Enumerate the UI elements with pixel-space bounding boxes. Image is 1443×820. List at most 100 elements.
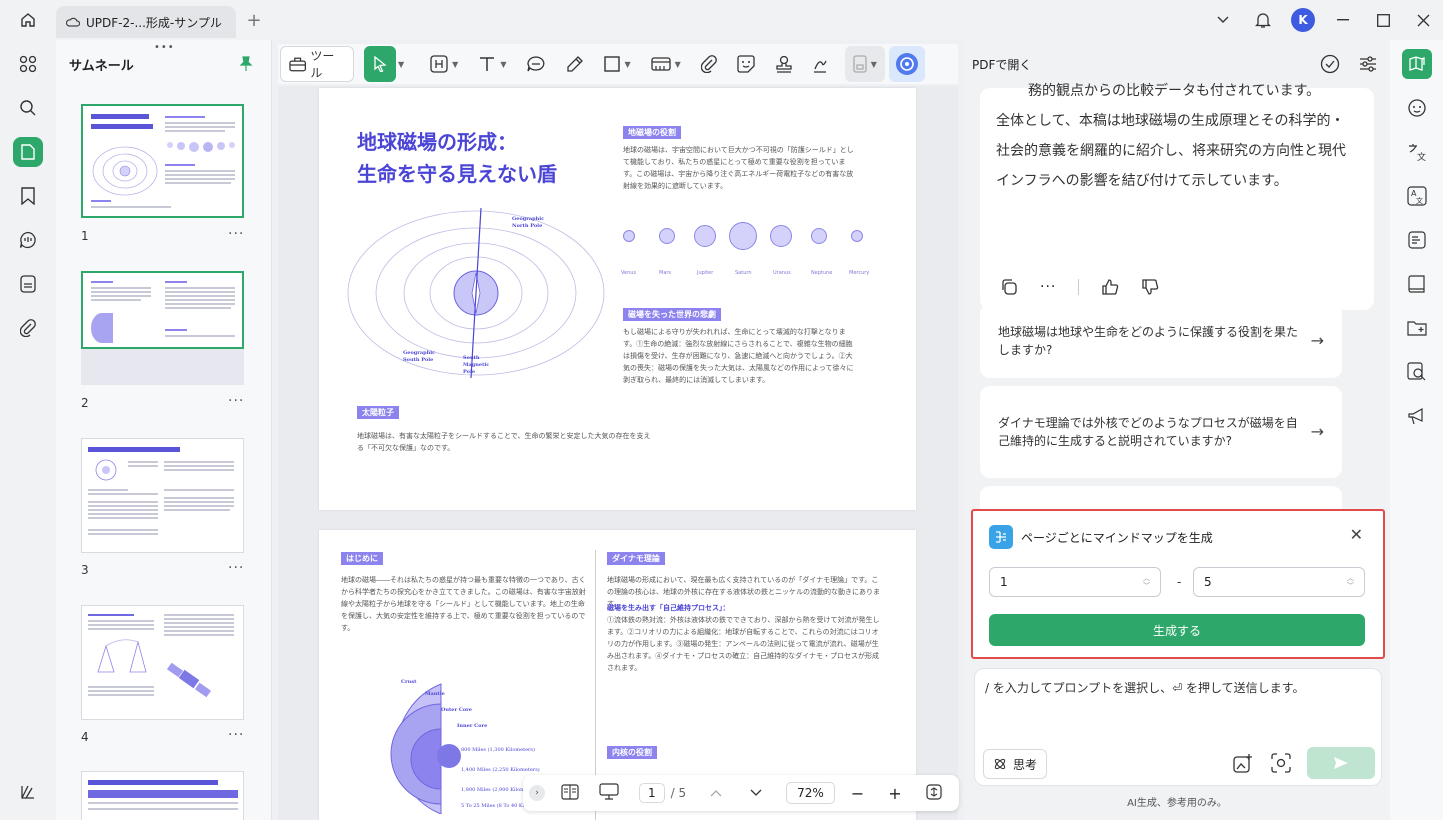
signature-tool-button[interactable] <box>805 46 835 82</box>
sticker-tool-button[interactable] <box>729 46 763 82</box>
prompt-input[interactable]: / を入力してプロンプトを選択し、⏎ を押して送信します。 <box>985 679 1304 696</box>
attach-tool-button[interactable] <box>693 46 725 82</box>
thumbnail-page-5[interactable] <box>81 771 244 820</box>
mindmap-tool-icon[interactable] <box>1390 42 1443 86</box>
home-button[interactable] <box>0 0 56 40</box>
translate-document-icon[interactable]: A文 <box>1390 174 1443 218</box>
close-window-button[interactable] <box>1403 0 1443 40</box>
thumbnail-page-4[interactable] <box>81 605 244 720</box>
thumbs-down-icon[interactable] <box>1141 278 1159 296</box>
thumbnail-more-button[interactable]: ··· <box>228 560 244 576</box>
avatar-button[interactable]: K <box>1283 0 1323 40</box>
collapse-bar-icon[interactable]: › <box>529 785 545 801</box>
dynamo-detail-text: ①流体鉄の熱対流：外核は液体状の鉄でできており、深部から熱を受けて対流が発生しま… <box>607 616 880 672</box>
thumbnail-page-1[interactable] <box>81 104 244 218</box>
tools-button[interactable]: ツール <box>280 46 354 82</box>
page-navigation-bar: › 1 / 5 72% − + <box>523 775 959 811</box>
comments-icon[interactable] <box>0 218 56 262</box>
thumbnail-more-button[interactable]: ··· <box>228 226 244 242</box>
screenshot-icon[interactable] <box>1271 753 1291 773</box>
thumbnail-page-3[interactable] <box>81 438 244 553</box>
pin-icon[interactable] <box>239 56 253 72</box>
planet-label: Saturn <box>735 270 752 276</box>
minimize-button[interactable] <box>1323 0 1363 40</box>
highlight-tool-button[interactable] <box>558 46 592 82</box>
fit-page-icon[interactable] <box>926 783 942 803</box>
attachment-icon[interactable] <box>0 306 56 350</box>
history-icon[interactable] <box>1320 54 1340 74</box>
text-tool-button[interactable]: ▼ <box>470 46 514 82</box>
drag-handle[interactable]: ••• <box>154 42 175 53</box>
zoom-in-icon[interactable]: + <box>888 784 901 803</box>
image-upload-icon[interactable] <box>1233 753 1253 773</box>
copy-icon[interactable] <box>1000 278 1018 296</box>
stepper-icon[interactable]: ︿ ﹀ <box>1143 574 1150 590</box>
chat-ai-icon[interactable] <box>1390 86 1443 130</box>
heading-tool-button[interactable]: ▼ <box>422 46 466 82</box>
send-icon <box>1334 757 1348 769</box>
measure-tool-button[interactable]: ▼ <box>643 46 689 82</box>
title-bar: UPDF-2-...形成-サンプル + K <box>0 0 1443 40</box>
presentation-icon[interactable] <box>599 782 619 804</box>
zoom-level[interactable]: 72% <box>786 782 835 804</box>
megaphone-icon[interactable] <box>1390 394 1443 438</box>
planet-jupiter <box>694 225 716 247</box>
suggestion-card-1[interactable]: 地球磁場は地球や生命をどのように保護する役割を果たしますか? → <box>980 304 1342 378</box>
think-button[interactable]: 思考 <box>983 749 1047 779</box>
thumbnail-more-button[interactable]: ··· <box>228 727 244 743</box>
thumbnails-icon[interactable] <box>0 130 56 174</box>
more-icon[interactable]: ··· <box>1040 279 1056 295</box>
suggestion-card-2[interactable]: ダイナモ理論では外核でどのようなプロセスが磁場を自己維持的に生成すると説明されて… <box>980 386 1342 478</box>
page-from-input[interactable]: 1 ︿ ﹀ <box>989 567 1161 597</box>
bookmark-icon[interactable] <box>0 174 56 218</box>
chevron-up-icon[interactable] <box>710 786 722 800</box>
stamp-icon[interactable] <box>0 262 56 306</box>
document-tab[interactable]: UPDF-2-...形成-サンプル <box>56 6 236 38</box>
send-button[interactable] <box>1307 747 1375 779</box>
thumbs-up-icon[interactable] <box>1101 278 1119 296</box>
prompt-box[interactable]: / を入力してプロンプトを選択し、⏎ を押して送信します。 思考 <box>974 668 1382 786</box>
maximize-button[interactable] <box>1363 0 1403 40</box>
current-page-input[interactable]: 1 <box>639 783 665 803</box>
generate-button[interactable]: 生成する <box>989 614 1365 646</box>
chevron-down-icon[interactable]: ▼ <box>398 60 404 69</box>
new-tab-button[interactable]: + <box>236 0 272 40</box>
folder-icon[interactable] <box>1390 306 1443 350</box>
close-icon[interactable]: ✕ <box>1350 525 1363 544</box>
zoom-out-icon[interactable]: − <box>851 784 864 803</box>
total-pages: / 5 <box>670 786 687 800</box>
thumbnail-number: 2 <box>81 396 89 410</box>
bell-icon[interactable] <box>1243 0 1283 40</box>
tools-label: ツール <box>310 49 335 80</box>
translate-icon[interactable]: 文 <box>1390 130 1443 174</box>
save-tool-button[interactable]: ▼ <box>844 46 885 82</box>
settings-sliders-icon[interactable] <box>1358 54 1378 74</box>
thumbnail-page-2[interactable] <box>81 271 244 349</box>
svg-text:文: 文 <box>1417 151 1426 162</box>
chevron-down-icon[interactable] <box>750 786 762 800</box>
section-tag-core: 内核の役割 <box>607 746 657 759</box>
layers-icon[interactable] <box>0 770 56 814</box>
book-icon[interactable] <box>1390 262 1443 306</box>
stepper-icon[interactable]: ︿ ﹀ <box>1347 574 1354 590</box>
stamp-tool-button[interactable] <box>767 46 801 82</box>
search-document-icon[interactable] <box>1390 350 1443 394</box>
comment-tool-button[interactable] <box>518 46 554 82</box>
planet-uranus <box>770 225 792 247</box>
section-role-text: 地球の磁場は、宇宙空間において巨大かつ不可視の「防護シールド」として機能しており… <box>623 146 854 190</box>
thumbnail-more-button[interactable]: ··· <box>228 393 244 409</box>
select-tool-button[interactable] <box>364 46 396 82</box>
page-to-input[interactable]: 5 ︿ ﹀ <box>1193 567 1365 597</box>
ai-summary-icon[interactable] <box>1390 218 1443 262</box>
document-viewer[interactable]: 地球磁場の形成： 生命を守る見えない盾 Geographic North Pol… <box>278 86 958 820</box>
apps-icon[interactable] <box>0 42 56 86</box>
page-title-line2: 生命を守る見えない盾 <box>357 162 557 186</box>
chevron-down-icon[interactable] <box>1203 0 1243 40</box>
paperclip-icon <box>700 55 717 73</box>
shape-tool-button[interactable]: ▼ <box>596 46 638 82</box>
ai-assistant-button[interactable] <box>888 46 925 82</box>
left-rail <box>0 40 56 820</box>
page-layout-icon[interactable] <box>561 783 579 803</box>
search-icon[interactable] <box>0 86 56 130</box>
open-in-pdf-label[interactable]: PDFで開く <box>972 56 1031 73</box>
